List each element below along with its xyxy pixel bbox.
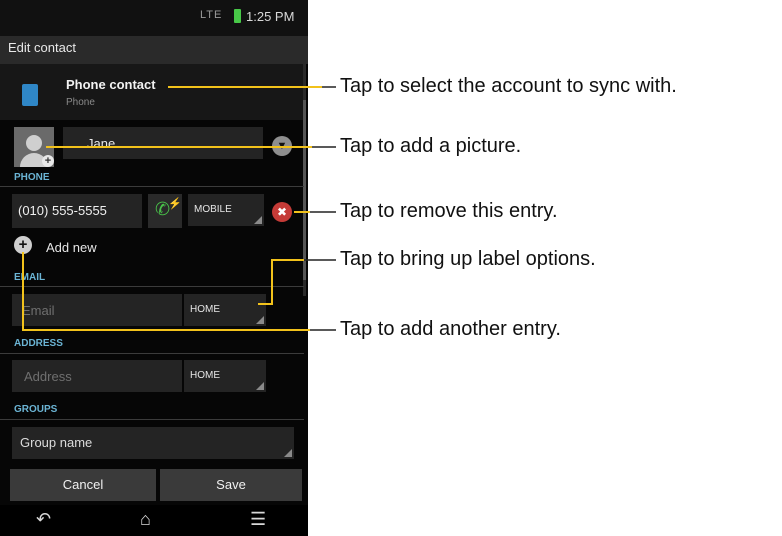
cancel-button[interactable]: Cancel — [10, 469, 156, 501]
dropdown-corner-icon — [256, 316, 264, 324]
phone-number-value: (010) 555-5555 — [18, 203, 107, 218]
dropdown-corner-icon — [256, 382, 264, 390]
chevron-down-icon[interactable]: ▼ — [272, 136, 292, 156]
menu-icon[interactable]: ☰ — [250, 509, 266, 530]
account-selector[interactable]: Phone contact Phone — [0, 64, 304, 120]
section-email: EMAIL — [14, 272, 46, 283]
status-time: 1:25 PM — [246, 9, 295, 24]
phone-number-field[interactable]: (010) 555-5555 — [12, 194, 142, 228]
address-placeholder: Address — [24, 369, 72, 384]
divider — [0, 419, 304, 420]
back-icon[interactable]: ↶ — [36, 509, 51, 530]
account-name: Phone contact — [66, 77, 156, 92]
group-placeholder: Group name — [20, 435, 93, 450]
call-button[interactable]: ✆ ⚡ — [148, 194, 182, 228]
navigation-bar: ↶ ⌂ ☰ — [0, 505, 308, 536]
add-icon[interactable]: + — [14, 236, 32, 254]
phone-label-selector[interactable]: MOBILE — [188, 194, 264, 226]
callout-account: Tap to select the account to sync with. — [340, 75, 677, 97]
battery-icon — [234, 9, 241, 23]
title-bar: Edit contact — [0, 36, 308, 64]
add-new-button[interactable]: Add new — [46, 240, 97, 255]
email-placeholder: Email — [22, 303, 55, 318]
divider — [0, 186, 304, 187]
section-groups: GROUPS — [14, 404, 58, 415]
section-phone: PHONE — [14, 172, 50, 183]
account-type: Phone — [66, 97, 95, 108]
address-label-selector[interactable]: HOME — [184, 360, 266, 392]
section-address: ADDRESS — [14, 338, 63, 349]
callout-label: Tap to bring up label options. — [340, 248, 596, 270]
divider — [0, 353, 304, 354]
email-label-value: HOME — [190, 304, 220, 315]
name-field[interactable]: Jane — [63, 127, 263, 159]
callout-add: Tap to add another entry. — [340, 318, 561, 340]
callout-remove: Tap to remove this entry. — [340, 200, 558, 222]
group-field[interactable]: Group name — [12, 427, 294, 459]
callout-picture: Tap to add a picture. — [340, 135, 522, 157]
address-label-value: HOME — [190, 370, 220, 381]
email-field[interactable]: Email — [12, 294, 182, 326]
phone-icon — [22, 84, 38, 106]
address-field[interactable]: Address — [12, 360, 182, 392]
divider — [0, 286, 304, 287]
dropdown-corner-icon — [254, 216, 262, 224]
status-bar: LTE 1:25 PM — [0, 0, 308, 36]
phone-label-value: MOBILE — [194, 204, 232, 215]
page-title: Edit contact — [8, 40, 76, 55]
avatar-head — [26, 135, 42, 151]
bolt-icon: ⚡ — [168, 198, 182, 210]
home-icon[interactable]: ⌂ — [140, 509, 151, 530]
name-value: Jane — [87, 136, 116, 151]
add-photo-icon[interactable]: + — [42, 155, 54, 167]
save-button[interactable]: Save — [160, 469, 302, 501]
scrollbar-thumb[interactable] — [303, 100, 306, 280]
remove-entry-button[interactable]: ✖ — [272, 202, 292, 222]
phone-screen: LTE 1:25 PM Edit contact Phone contact P… — [0, 0, 308, 536]
network-indicator: LTE — [200, 9, 223, 21]
email-label-selector[interactable]: HOME — [184, 294, 266, 326]
dropdown-corner-icon — [284, 449, 292, 457]
